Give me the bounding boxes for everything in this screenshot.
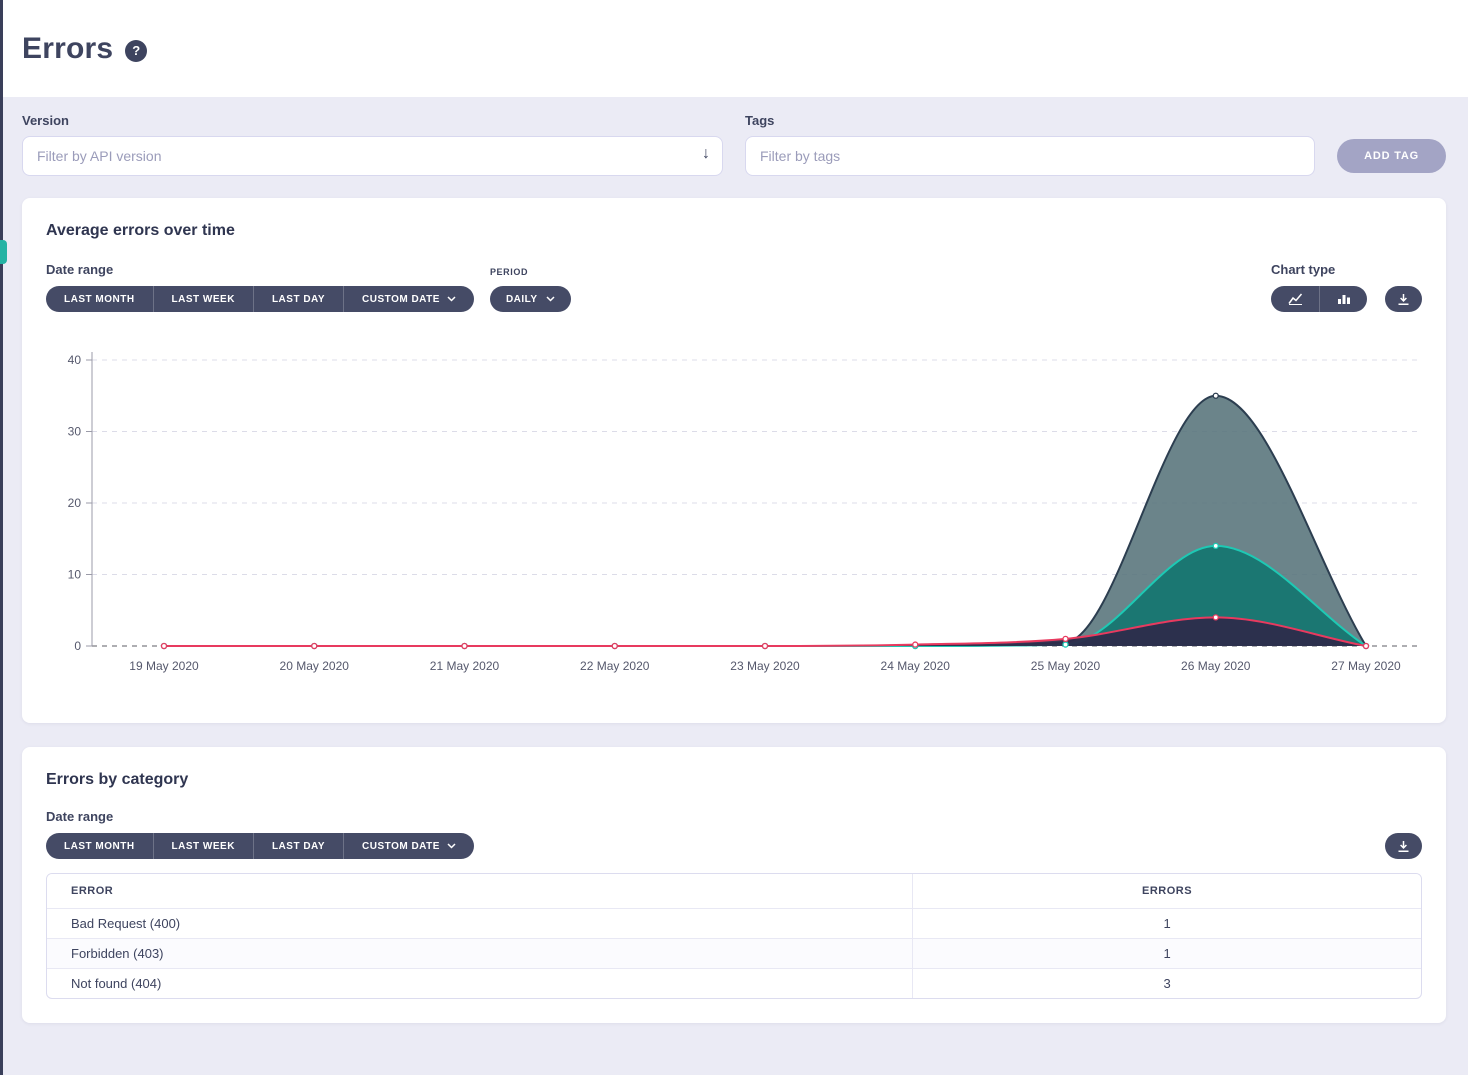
error-name-cell: Bad Request (400) — [47, 909, 913, 939]
error-count-cell: 1 — [913, 909, 1421, 939]
table-row: Not found (404) 3 — [47, 969, 1421, 999]
date-range-buttons: LAST MONTH LAST WEEK LAST DAY CUSTOM DAT… — [46, 833, 474, 859]
area-chart-svg[interactable]: 0 10 20 30 40 19 May 2020 20 May 2020 21 May 20… — [46, 346, 1426, 694]
svg-text:40: 40 — [68, 353, 82, 367]
last-week-button[interactable]: LAST WEEK — [153, 286, 253, 312]
svg-text:26 May 2020: 26 May 2020 — [1181, 659, 1251, 673]
svg-text:23 May 2020: 23 May 2020 — [730, 659, 800, 673]
version-filter-input[interactable] — [22, 136, 723, 176]
errors-over-time-chart[interactable]: 0 10 20 30 40 19 May 2020 20 May 2020 21 May 20… — [46, 346, 1422, 699]
errors-over-time-card: Average errors over time Date range LAST… — [22, 198, 1446, 723]
period-label: PERIOD — [490, 267, 571, 277]
date-range-label: Date range — [46, 809, 474, 824]
errors-by-category-card: Errors by category Date range LAST MONTH… — [22, 747, 1446, 1023]
download-icon — [1397, 293, 1410, 306]
last-week-button[interactable]: LAST WEEK — [153, 833, 253, 859]
errors-over-time-title: Average errors over time — [46, 222, 1422, 240]
custom-date-label: CUSTOM DATE — [362, 841, 440, 852]
custom-date-label: CUSTOM DATE — [362, 294, 440, 305]
error-name-cell: Not found (404) — [47, 969, 913, 999]
chart-type-label: Chart type — [1271, 262, 1335, 277]
page-title: Errors — [22, 32, 113, 66]
add-tag-button[interactable]: ADD TAG — [1337, 139, 1446, 173]
download-icon — [1397, 840, 1410, 853]
svg-text:27 May 2020: 27 May 2020 — [1331, 659, 1401, 673]
svg-text:20 May 2020: 20 May 2020 — [280, 659, 350, 673]
svg-text:25 May 2020: 25 May 2020 — [1031, 659, 1101, 673]
chevron-down-icon — [447, 296, 456, 302]
page-header: Errors ? — [0, 0, 1468, 97]
date-range-label: Date range — [46, 262, 474, 277]
custom-date-button[interactable]: CUSTOM DATE — [343, 833, 474, 859]
left-edge-divider — [0, 0, 3, 1075]
svg-text:21 May 2020: 21 May 2020 — [430, 659, 500, 673]
table-row: Forbidden (403) 1 — [47, 939, 1421, 969]
last-month-button[interactable]: LAST MONTH — [46, 833, 153, 859]
svg-text:10: 10 — [68, 568, 82, 582]
column-header-errors: ERRORS — [913, 874, 1421, 909]
download-chart-button[interactable] — [1385, 286, 1422, 312]
table-row: Bad Request (400) 1 — [47, 909, 1421, 939]
error-name-cell: Forbidden (403) — [47, 939, 913, 969]
svg-text:19 May 2020: 19 May 2020 — [129, 659, 199, 673]
tags-filter-input[interactable] — [745, 136, 1315, 176]
tags-filter-block: Tags — [745, 113, 1315, 176]
svg-text:0: 0 — [74, 639, 81, 653]
download-table-button[interactable] — [1385, 833, 1422, 859]
last-month-button[interactable]: LAST MONTH — [46, 286, 153, 312]
chevron-down-icon — [546, 296, 555, 302]
last-day-button[interactable]: LAST DAY — [253, 833, 343, 859]
svg-text:20: 20 — [68, 496, 82, 510]
table-header-row: ERROR ERRORS — [47, 874, 1421, 909]
help-icon[interactable]: ? — [125, 40, 147, 62]
errors-by-category-title: Errors by category — [46, 771, 1422, 789]
bar-chart-icon[interactable] — [1319, 286, 1367, 312]
date-range-buttons: LAST MONTH LAST WEEK LAST DAY CUSTOM DAT… — [46, 286, 474, 312]
column-header-error: ERROR — [47, 874, 913, 909]
version-filter-block: Version ↓ — [22, 113, 723, 176]
chart-type-toggle — [1271, 286, 1367, 312]
period-select[interactable]: DAILY — [490, 286, 571, 312]
filter-bar: Version ↓ Tags ADD TAG — [0, 97, 1468, 198]
last-day-button[interactable]: LAST DAY — [253, 286, 343, 312]
line-chart-icon[interactable] — [1271, 286, 1319, 312]
error-count-cell: 1 — [913, 939, 1421, 969]
period-value: DAILY — [506, 294, 538, 305]
tags-label: Tags — [745, 113, 1315, 128]
left-accent-tab[interactable] — [0, 240, 7, 264]
svg-text:22 May 2020: 22 May 2020 — [580, 659, 650, 673]
error-count-cell: 3 — [913, 969, 1421, 999]
svg-text:30: 30 — [68, 425, 82, 439]
version-label: Version — [22, 113, 723, 128]
custom-date-button[interactable]: CUSTOM DATE — [343, 286, 474, 312]
svg-text:24 May 2020: 24 May 2020 — [881, 659, 951, 673]
chevron-down-icon — [447, 843, 456, 849]
errors-by-category-table: ERROR ERRORS Bad Request (400) 1 Forbidd… — [46, 873, 1422, 999]
dropdown-arrow-icon[interactable]: ↓ — [702, 145, 710, 163]
